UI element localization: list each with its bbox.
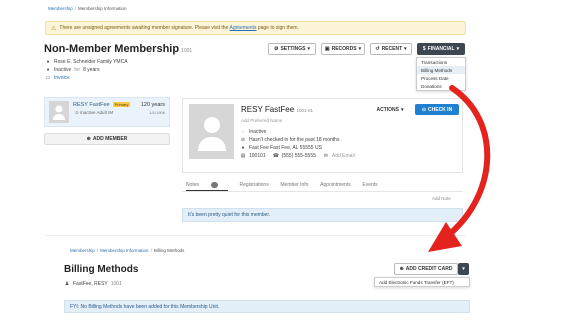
red-annotation-arrow [428, 85, 491, 252]
